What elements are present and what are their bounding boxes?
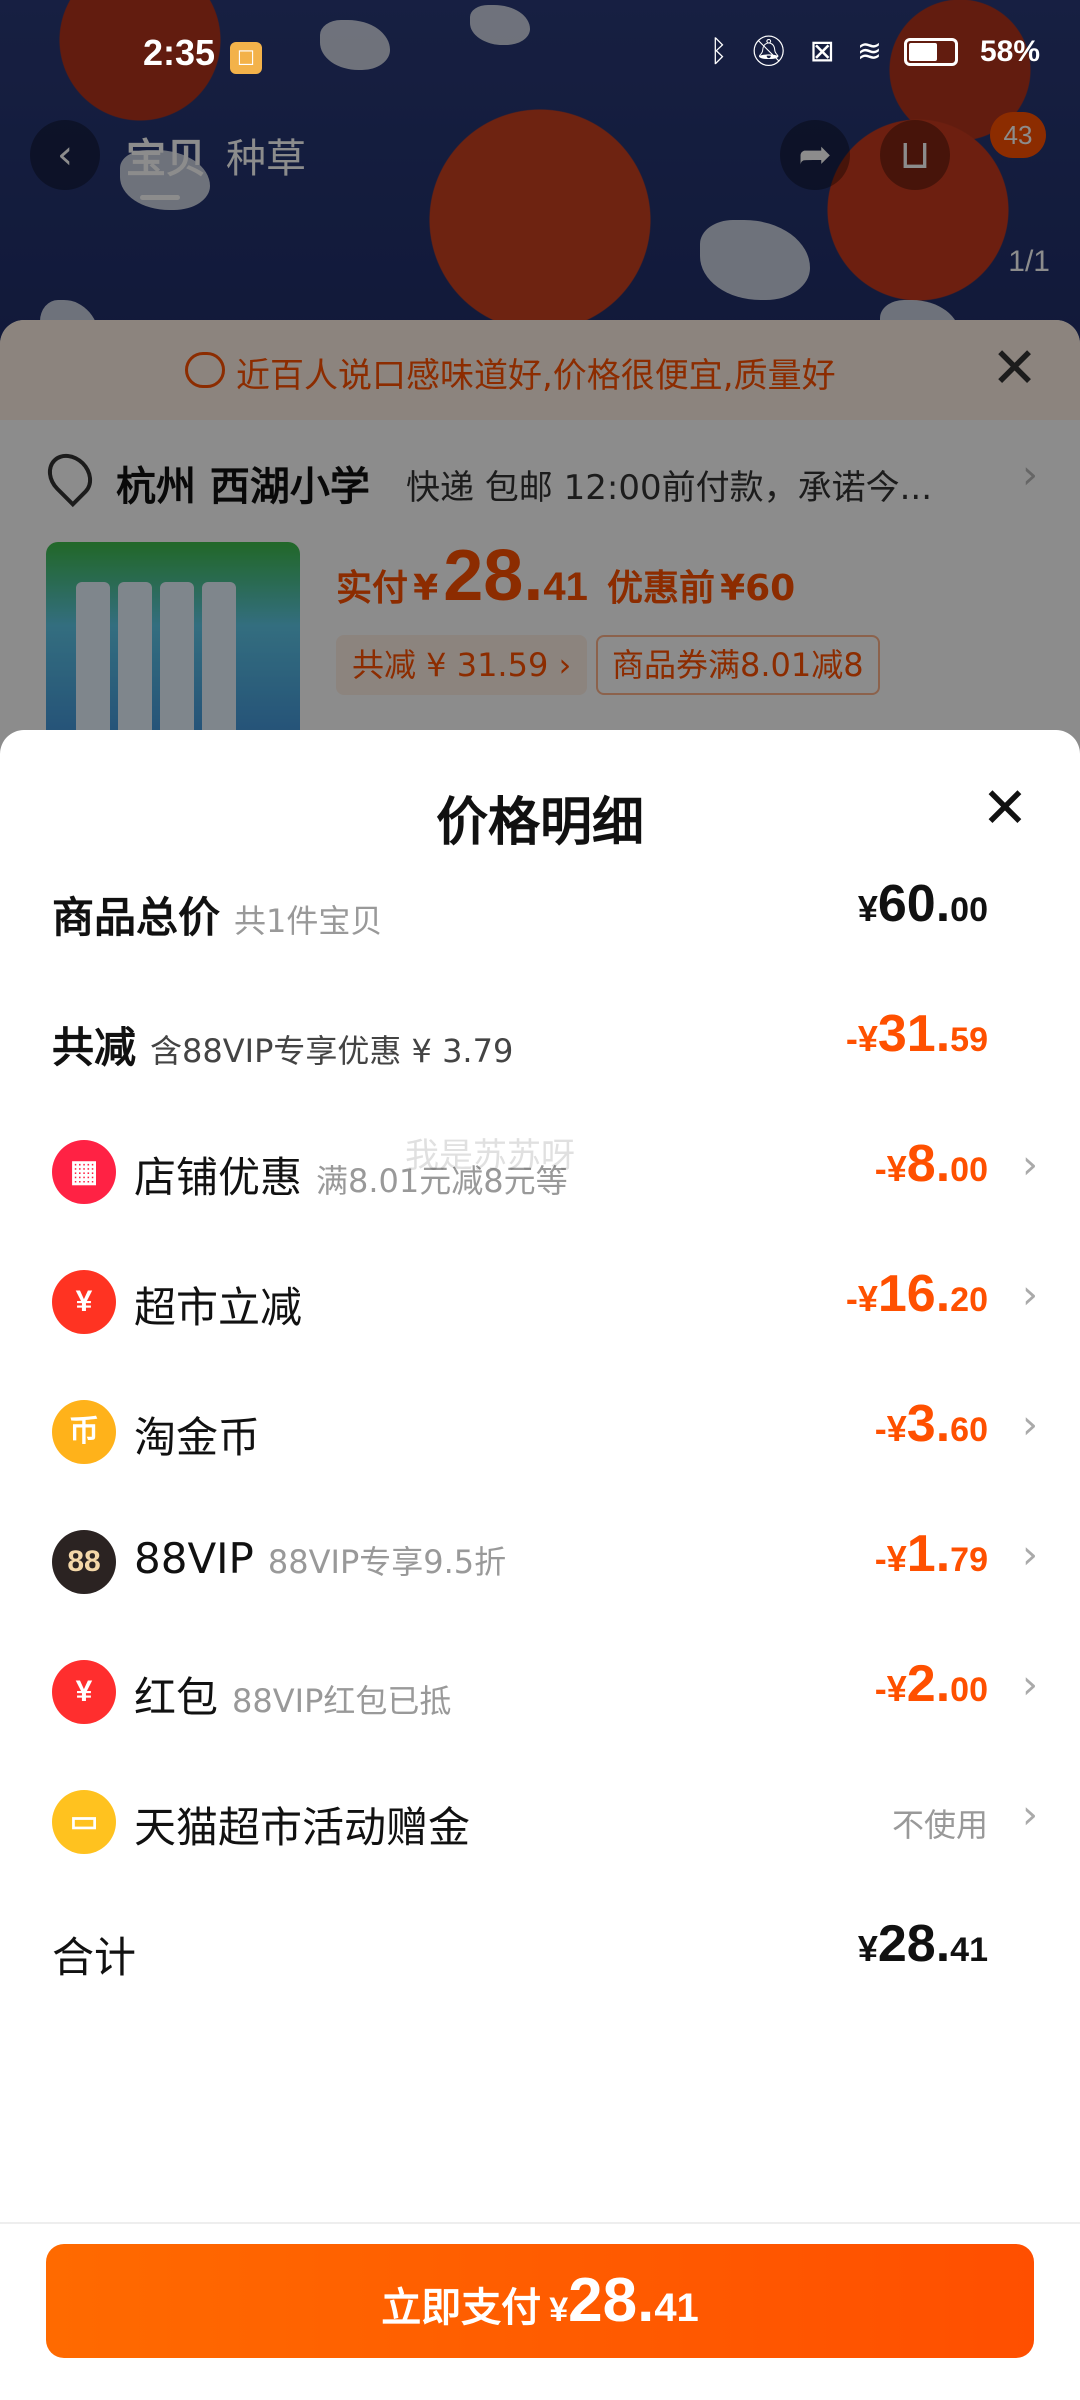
row-amount: -¥2.00 bbox=[874, 1655, 988, 1713]
pay-now-button[interactable]: 立即支付 ¥28.41 bbox=[46, 2244, 1034, 2358]
price-row-88vip[interactable]: 88 88VIP 88VIP专享9.5折 -¥1.79 › bbox=[0, 1520, 1080, 1600]
price-row-supermarket-discount[interactable]: ¥ 超市立减 -¥16.20 › bbox=[0, 1260, 1080, 1340]
bluetooth-icon: ᛒ bbox=[709, 34, 728, 69]
row-amount: -¥3.60 bbox=[874, 1395, 988, 1453]
row-label: 超市立减 bbox=[134, 1283, 303, 1332]
price-row-total: 合计 ¥28.41 bbox=[0, 1910, 1080, 1990]
gift-card-icon: ▭ bbox=[52, 1790, 116, 1854]
mute-icon: 🔕︎ bbox=[749, 34, 788, 69]
status-bar: 2:35 ☐ ᛒ 🔕︎ ⊠ ≋ 58% bbox=[0, 0, 1080, 92]
shop-icon: ▦ bbox=[52, 1140, 116, 1204]
chevron-right-icon: › bbox=[1022, 1792, 1038, 1838]
row-amount: -¥31.59 bbox=[845, 1005, 988, 1063]
red-packet-icon: ¥ bbox=[52, 1660, 116, 1724]
row-amount: ¥28.41 bbox=[857, 1915, 988, 1973]
chevron-right-icon: › bbox=[1022, 1142, 1038, 1188]
yuan-coin-icon: ¥ bbox=[52, 1270, 116, 1334]
pay-button-label: 立即支付 bbox=[381, 2285, 542, 2331]
row-label: 商品总价 共1件宝贝 bbox=[52, 893, 383, 942]
chevron-right-icon: › bbox=[1022, 1662, 1038, 1708]
sheet-title: 价格明细 bbox=[435, 793, 644, 853]
watermark: 我是苏苏呀 bbox=[405, 1136, 575, 1176]
status-time: 2:35 bbox=[143, 32, 216, 73]
chevron-right-icon: › bbox=[1022, 1402, 1038, 1448]
row-sub: 含88VIP专享优惠 ¥ 3.79 bbox=[150, 1032, 514, 1070]
row-label: 共减 含88VIP专享优惠 ¥ 3.79 bbox=[52, 1023, 514, 1072]
price-row-taojinbi[interactable]: 币 淘金币 -¥3.60 › bbox=[0, 1390, 1080, 1470]
chevron-right-icon: › bbox=[1022, 1532, 1038, 1578]
wifi-icon: ≋ bbox=[856, 34, 882, 69]
app-notification-icon: ☐ bbox=[230, 42, 262, 74]
row-sub: 88VIP专享9.5折 bbox=[267, 1543, 507, 1581]
battery-percent: 58% bbox=[979, 34, 1040, 68]
price-row-tmall-bonus[interactable]: ▭ 天猫超市活动赠金 不使用 › bbox=[0, 1780, 1080, 1860]
row-sub: 共1件宝贝 bbox=[234, 902, 383, 940]
row-amount: -¥16.20 bbox=[845, 1265, 988, 1323]
row-label: 88VIP 88VIP专享9.5折 bbox=[134, 1534, 507, 1583]
vip88-icon: 88 bbox=[52, 1530, 116, 1594]
row-amount: -¥1.79 bbox=[874, 1525, 988, 1583]
price-row-goods-total: 商品总价 共1件宝贝 ¥60.00 bbox=[0, 870, 1080, 950]
not-used-text: 不使用 bbox=[891, 1806, 988, 1844]
close-icon[interactable]: ✕ bbox=[970, 774, 1040, 844]
gold-coin-icon: 币 bbox=[52, 1400, 116, 1464]
row-label: 天猫超市活动赠金 bbox=[134, 1803, 471, 1852]
row-label: 红包 88VIP红包已抵 bbox=[134, 1673, 452, 1722]
chevron-right-icon: › bbox=[1022, 1272, 1038, 1318]
price-row-red-packet[interactable]: ¥ 红包 88VIP红包已抵 -¥2.00 › bbox=[0, 1650, 1080, 1730]
row-amount: ¥60.00 bbox=[857, 875, 988, 933]
price-detail-sheet: 价格明细 ✕ 商品总价 共1件宝贝 ¥60.00 共减 含88VIP专享优惠 ¥ 3… bbox=[0, 730, 1080, 2400]
row-sub: 88VIP红包已抵 bbox=[232, 1682, 452, 1720]
row-label: 淘金币 bbox=[134, 1413, 261, 1462]
no-sim-icon: ⊠ bbox=[809, 34, 835, 69]
row-amount: -¥8.00 bbox=[874, 1135, 988, 1193]
footer-divider bbox=[0, 2222, 1080, 2224]
price-row-total-discount: 共减 含88VIP专享优惠 ¥ 3.79 -¥31.59 bbox=[0, 1000, 1080, 1080]
battery-icon bbox=[903, 37, 958, 66]
row-label: 合计 bbox=[52, 1933, 137, 1982]
